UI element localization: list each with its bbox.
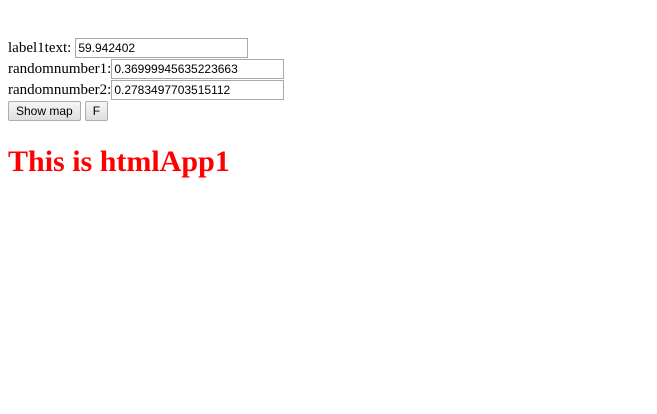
form-area: label1text: randomnumber1: randomnumber2… bbox=[8, 38, 285, 121]
button-row: Show map F bbox=[8, 101, 284, 121]
show-map-button[interactable]: Show map bbox=[8, 101, 81, 121]
page-title: This is htmlApp1 bbox=[8, 145, 230, 178]
randomnumber1-row: randomnumber1: bbox=[8, 59, 285, 79]
label1text-input[interactable] bbox=[75, 38, 249, 58]
randomnumber2-label: randomnumber2: bbox=[8, 82, 112, 98]
randomnumber1-input[interactable] bbox=[111, 59, 285, 79]
f-button[interactable]: F bbox=[84, 101, 109, 121]
label1text-label: label1text: bbox=[8, 40, 72, 56]
randomnumber2-input[interactable] bbox=[111, 80, 285, 100]
label1text-row: label1text: bbox=[8, 38, 284, 58]
randomnumber1-label: randomnumber1: bbox=[8, 61, 112, 77]
randomnumber2-row: randomnumber2: bbox=[8, 80, 285, 100]
